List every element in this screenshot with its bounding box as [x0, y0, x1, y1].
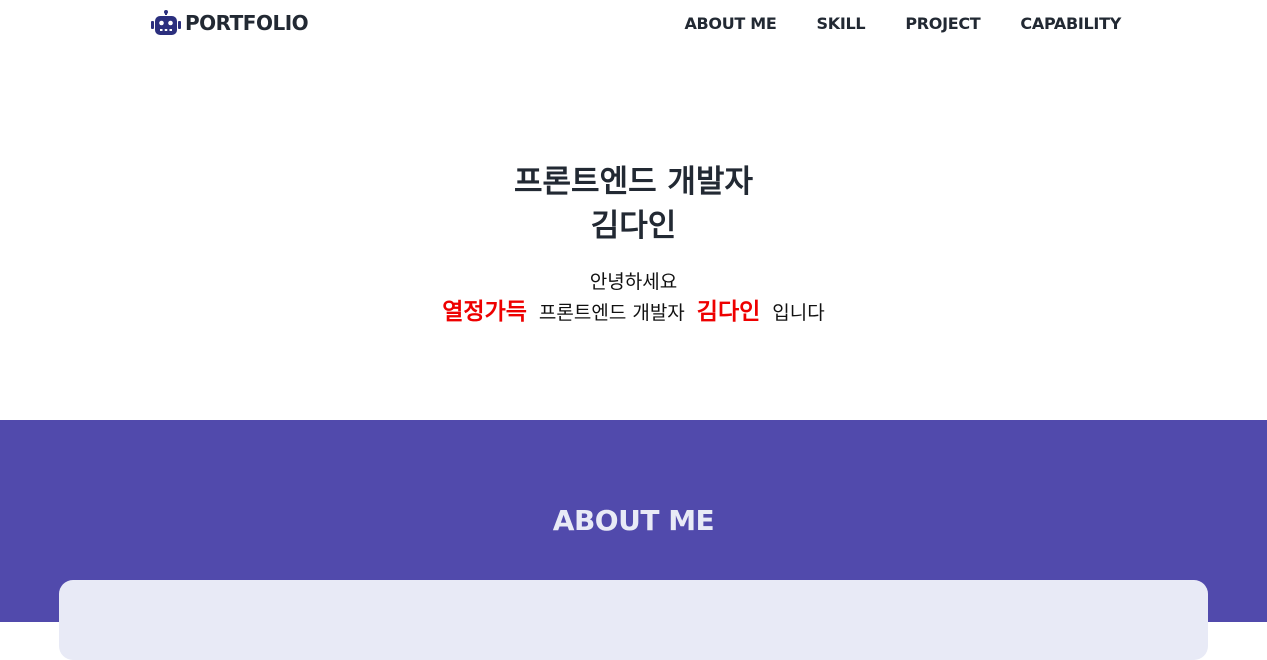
- intro-highlight-name: 김다인: [696, 299, 761, 325]
- nav-item-about-me[interactable]: ABOUT ME: [684, 12, 776, 36]
- hero-title: 프론트엔드 개발자 김다인: [0, 160, 1267, 248]
- nav-item-project[interactable]: PROJECT: [905, 12, 980, 36]
- hero-intro: 열정가득 프론트엔드 개발자 김다인 입니다: [0, 296, 1267, 329]
- intro-text-role: 프론트엔드 개발자: [538, 302, 685, 324]
- about-section: ABOUT ME: [0, 420, 1267, 660]
- about-title: ABOUT ME: [552, 504, 715, 537]
- about-card: [59, 580, 1208, 660]
- logo-text: PORTFOLIO: [185, 11, 309, 35]
- robot-icon: [151, 10, 181, 35]
- nav-item-capability[interactable]: CAPABILITY: [1020, 12, 1121, 36]
- navbar: PORTFOLIO ABOUT ME SKILL PROJECT CAPABIL…: [0, 0, 1267, 48]
- hero-greeting: 안녕하세요: [589, 271, 678, 293]
- nav-item-skill[interactable]: SKILL: [817, 12, 866, 36]
- hero-title-role: 프론트엔드 개발자: [514, 164, 753, 200]
- intro-highlight-passion: 열정가득: [442, 299, 527, 325]
- intro-text-end: 입니다: [772, 302, 825, 324]
- hero-section: 프론트엔드 개발자 김다인 안녕하세요 열정가득 프론트엔드 개발자 김다인 입…: [0, 48, 1267, 420]
- hero-title-name: 김다인: [590, 208, 677, 244]
- logo-link[interactable]: PORTFOLIO: [150, 10, 309, 36]
- nav-menu: ABOUT ME SKILL PROJECT CAPABILITY: [684, 12, 1121, 36]
